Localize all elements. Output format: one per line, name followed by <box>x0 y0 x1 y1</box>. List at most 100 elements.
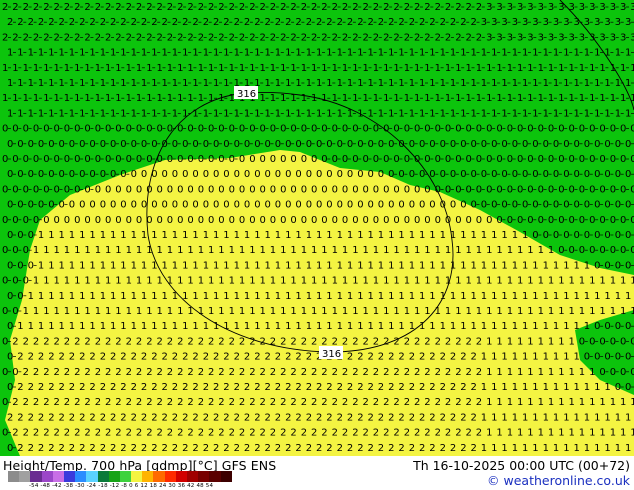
field-value: 1 <box>414 276 420 287</box>
legend-swatch <box>175 471 187 482</box>
field-value: 1 <box>337 48 343 59</box>
field-value: 1 <box>295 48 301 59</box>
field-value: 1 <box>326 108 332 119</box>
field-value: 1 <box>363 245 369 256</box>
field-value: 1 <box>599 63 605 74</box>
field-value: 0 <box>100 169 106 180</box>
field-value: 0 <box>316 200 322 211</box>
field-value: 0 <box>620 367 626 378</box>
field-value: 1 <box>89 260 95 271</box>
field-value: 1 <box>414 306 420 317</box>
field-value: 1 <box>429 291 435 302</box>
field-value: 1 <box>481 48 487 59</box>
field-value: 0 <box>275 200 281 211</box>
field-value: 1 <box>285 260 291 271</box>
credit-link[interactable]: © weatheronline.co.uk <box>487 473 630 488</box>
field-value: 0 <box>625 260 631 271</box>
field-value: 1 <box>553 443 559 454</box>
field-value: 2 <box>59 352 65 363</box>
field-value: 0 <box>563 139 569 150</box>
field-value: 0 <box>2 276 8 287</box>
field-value: 2 <box>435 428 441 439</box>
field-value: 0 <box>7 321 13 332</box>
field-value: 0 <box>301 184 307 195</box>
field-value: 0 <box>584 352 590 363</box>
field-value: 1 <box>172 260 178 271</box>
field-value: 1 <box>440 260 446 271</box>
field-value: 1 <box>594 48 600 59</box>
field-value: 1 <box>223 48 229 59</box>
field-value: 2 <box>429 382 435 393</box>
field-value: 2 <box>306 382 312 393</box>
field-value: 2 <box>466 397 472 408</box>
field-value: 1 <box>218 306 224 317</box>
field-value: 1 <box>491 78 497 89</box>
field-value: 1 <box>115 276 121 287</box>
field-value: 2 <box>352 2 358 13</box>
field-value: 2 <box>249 336 255 347</box>
field-value: 2 <box>105 2 111 13</box>
field-value: 1 <box>558 367 564 378</box>
field-value: 1 <box>198 245 204 256</box>
field-value: 2 <box>167 397 173 408</box>
field-value: 1 <box>471 321 477 332</box>
field-value: 0 <box>2 397 8 408</box>
field-value: 1 <box>301 306 307 317</box>
field-value: 0 <box>295 200 301 211</box>
field-value: 1 <box>569 397 575 408</box>
field-value: 2 <box>290 397 296 408</box>
field-value: 1 <box>141 321 147 332</box>
field-value: 0 <box>306 139 312 150</box>
legend-swatch <box>164 471 176 482</box>
field-value: 1 <box>342 93 348 104</box>
field-value: 0 <box>244 169 250 180</box>
field-value: 2 <box>409 382 415 393</box>
field-value: 1 <box>491 291 497 302</box>
field-value: 1 <box>69 78 75 89</box>
field-value: 0 <box>501 139 507 150</box>
field-value: 1 <box>599 306 605 317</box>
field-value: 1 <box>471 78 477 89</box>
field-value: 2 <box>440 382 446 393</box>
field-value: 2 <box>357 17 363 28</box>
field-value: 2 <box>187 336 193 347</box>
field-value: 1 <box>496 336 502 347</box>
field-value: 1 <box>440 230 446 241</box>
field-value: 0 <box>342 124 348 135</box>
field-value: 0 <box>167 215 173 226</box>
field-value: 0 <box>69 169 75 180</box>
field-value: 1 <box>100 291 106 302</box>
field-value: 0 <box>527 124 533 135</box>
field-value: 1 <box>229 276 235 287</box>
field-value: 1 <box>589 428 595 439</box>
field-value: 0 <box>2 124 8 135</box>
field-value: 1 <box>244 48 250 59</box>
field-value: 2 <box>301 336 307 347</box>
field-value: 1 <box>223 230 229 241</box>
field-value: 0 <box>162 139 168 150</box>
field-value: 1 <box>579 397 585 408</box>
field-value: 1 <box>496 428 502 439</box>
field-value: 1 <box>522 291 528 302</box>
field-value: 2 <box>229 397 235 408</box>
field-value: 1 <box>275 108 281 119</box>
field-value: 3 <box>553 17 559 28</box>
field-value: 0 <box>182 169 188 180</box>
field-value: 1 <box>363 93 369 104</box>
field-value: 1 <box>59 260 65 271</box>
field-value: 2 <box>23 336 29 347</box>
field-value: 1 <box>481 230 487 241</box>
field-value: 0 <box>187 184 193 195</box>
field-value: 0 <box>594 321 600 332</box>
field-value: 1 <box>589 397 595 408</box>
field-value: 1 <box>326 78 332 89</box>
field-value: 0 <box>579 245 585 256</box>
field-value: 2 <box>208 397 214 408</box>
field-value: 1 <box>476 245 482 256</box>
field-value: 1 <box>543 291 549 302</box>
field-value: 0 <box>594 260 600 271</box>
field-value: 1 <box>404 63 410 74</box>
field-value: 0 <box>424 154 430 165</box>
field-value: 1 <box>569 93 575 104</box>
field-value: 0 <box>115 184 121 195</box>
